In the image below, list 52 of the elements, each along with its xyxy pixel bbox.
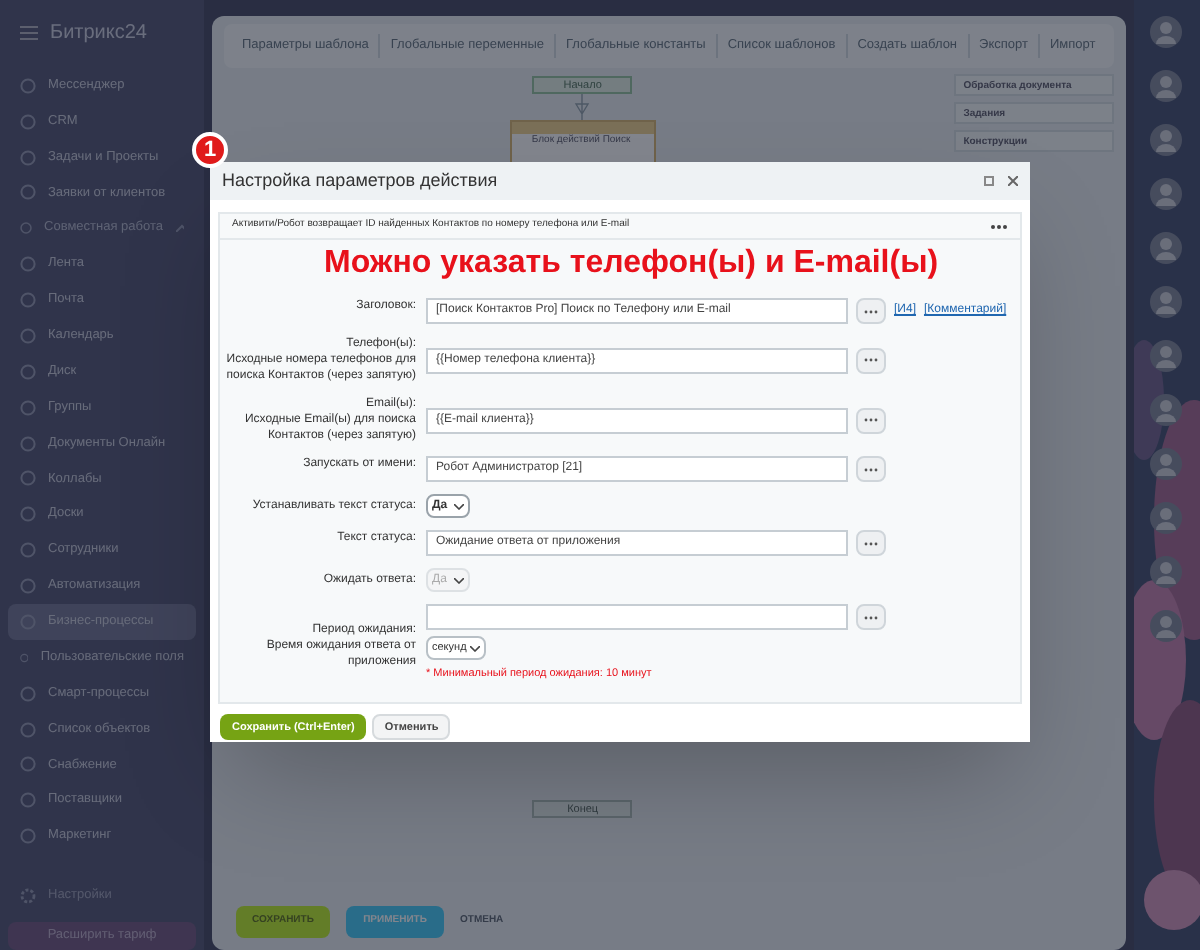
connector-arrow [574, 94, 591, 120]
circle-icon [20, 184, 36, 201]
close-icon[interactable] [1008, 176, 1018, 186]
circle-icon [20, 578, 36, 595]
more-button[interactable] [856, 407, 886, 433]
chevron-icon [454, 503, 464, 509]
circle-icon [20, 756, 36, 773]
more-button[interactable] [856, 347, 886, 373]
circle-icon [20, 685, 36, 702]
circle-icon [20, 292, 36, 309]
chevron-icon [470, 645, 480, 651]
circle-icon [20, 506, 36, 523]
more-button[interactable] [856, 530, 886, 556]
dialog-title: Настройка параметров действия [222, 167, 500, 194]
maximize-icon[interactable] [984, 176, 994, 186]
circle-icon [20, 399, 36, 416]
annotation-text: Можно указать телефон(ы) и E-mail(ы) [322, 246, 941, 282]
more-button[interactable] [856, 456, 886, 482]
avatar-icon[interactable] [1150, 286, 1183, 318]
circle-icon [20, 470, 36, 487]
avatar-icon[interactable] [1150, 178, 1183, 210]
avatar-icon[interactable] [1150, 70, 1183, 102]
avatar-icon[interactable] [1150, 448, 1183, 480]
menu-icon[interactable] [20, 26, 38, 41]
more-button[interactable] [856, 604, 886, 630]
more-button[interactable] [856, 298, 886, 324]
avatar-icon[interactable] [1150, 610, 1183, 642]
circle-icon [20, 542, 36, 559]
circle-icon [20, 256, 36, 273]
circle-icon [20, 149, 36, 166]
avatar-icon[interactable] [1150, 502, 1183, 534]
logo: Битрикс24 [50, 20, 147, 49]
avatar-icon[interactable] [1150, 16, 1183, 48]
avatar-icon[interactable] [1150, 124, 1183, 156]
avatar-icon[interactable] [1150, 394, 1183, 426]
circle-icon [20, 113, 36, 130]
circle-icon [20, 327, 36, 344]
circle-icon [20, 721, 36, 738]
circle-icon [20, 649, 29, 666]
more-icon[interactable] [990, 223, 1008, 229]
avatar-icon[interactable] [1150, 232, 1183, 264]
circle-icon [20, 220, 33, 237]
circle-icon [20, 363, 36, 380]
avatar-icon[interactable] [1150, 556, 1183, 588]
chevron-icon [454, 577, 464, 583]
circle-icon [20, 77, 36, 94]
text-field[interactable] [426, 604, 848, 630]
circle-icon [20, 828, 36, 845]
circle-icon [20, 792, 36, 809]
circle-icon [20, 435, 36, 452]
chevron-icon [175, 224, 184, 233]
avatar-icon[interactable] [1150, 340, 1183, 372]
